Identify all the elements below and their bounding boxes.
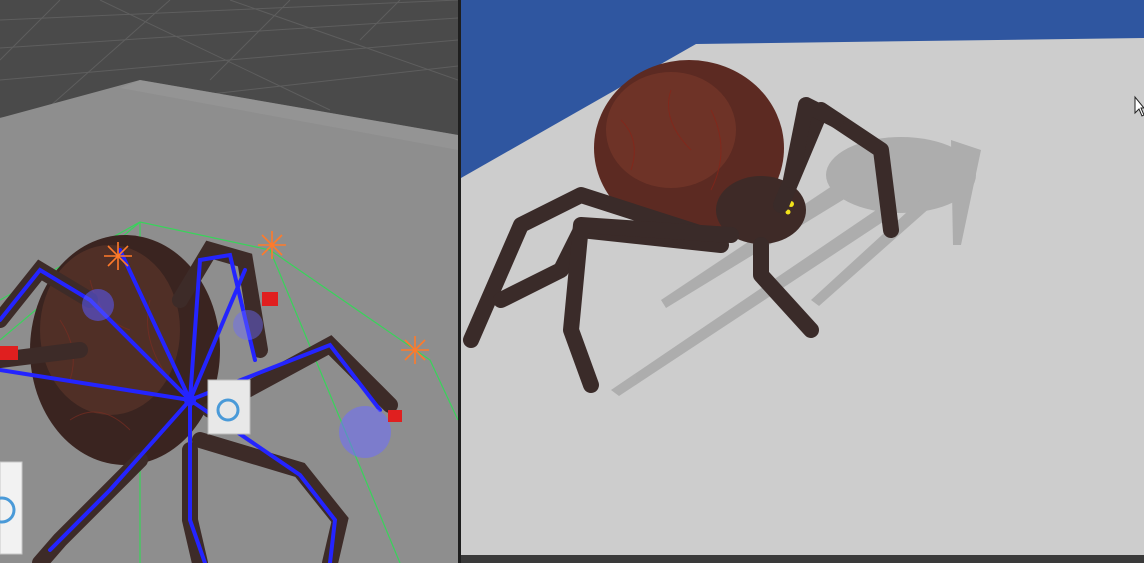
- ik-handle: [388, 410, 402, 422]
- rotate-gizmo-icon[interactable]: [207, 379, 251, 435]
- rotate-gizmo-icon[interactable]: [0, 461, 23, 555]
- game-viewport[interactable]: [461, 0, 1144, 563]
- ik-target-sphere[interactable]: [339, 406, 391, 458]
- scene-canvas[interactable]: [0, 0, 458, 563]
- viewport-bottom-bar: [461, 555, 1144, 563]
- scene-viewport[interactable]: [0, 0, 458, 563]
- ik-target-sphere[interactable]: [82, 289, 114, 321]
- rig-root-joint[interactable]: [184, 394, 196, 406]
- ik-handle: [262, 292, 278, 306]
- game-canvas[interactable]: [461, 0, 1144, 563]
- ik-target-sphere[interactable]: [233, 310, 263, 340]
- editor-root: [0, 0, 1144, 563]
- ik-handle: [0, 346, 18, 360]
